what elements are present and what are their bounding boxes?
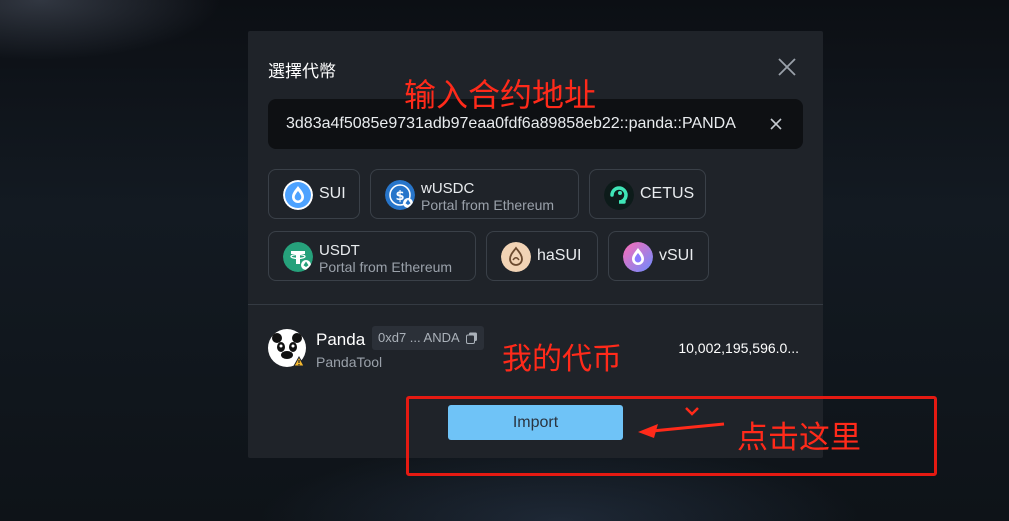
token-chip-subtitle: Portal from Ethereum (421, 197, 555, 213)
annotation-my-token: 我的代币 (502, 342, 622, 377)
panda-avatar-icon (268, 329, 306, 367)
modal-title: 選擇代幣 (268, 62, 336, 81)
close-icon[interactable] (776, 56, 798, 78)
usdc-logo-icon: $ (385, 180, 415, 210)
usdt-logo-icon (283, 242, 313, 272)
annotation-input-contract-address: 输入合约地址 (404, 76, 597, 114)
token-chip-label: vSUI (659, 247, 694, 264)
copy-icon[interactable] (465, 332, 478, 344)
token-address-badge[interactable]: 0xd7 ... ANDA (372, 326, 484, 350)
sui-logo-icon (283, 180, 313, 210)
token-chip-wusdc[interactable]: $ wUSDC Portal from Ethereum (370, 169, 579, 219)
token-name: Panda (316, 330, 366, 349)
token-chip-label: SUI (319, 185, 346, 202)
token-address: 0xd7 ... ANDA (378, 330, 460, 345)
token-chip-hasui[interactable]: haSUI (486, 231, 598, 281)
vsui-logo-icon (623, 242, 653, 272)
token-balance: 10,002,195,596.0... (678, 340, 799, 356)
hasui-logo-icon (501, 242, 531, 272)
token-chip-subtitle: Portal from Ethereum (319, 259, 453, 275)
token-source: PandaTool (316, 354, 383, 370)
cetus-logo-icon (604, 180, 634, 210)
token-chip-usdt[interactable]: USDT Portal from Ethereum (268, 231, 476, 281)
token-chip-label: wUSDC (421, 180, 475, 197)
section-divider (248, 304, 823, 305)
token-chip-sui[interactable]: SUI (268, 169, 360, 219)
token-chip-cetus[interactable]: CETUS (589, 169, 706, 219)
clear-input-icon[interactable] (768, 116, 784, 132)
token-chip-vsui[interactable]: vSUI (608, 231, 709, 281)
token-chip-label: haSUI (537, 247, 582, 264)
token-chip-label: USDT (319, 242, 360, 259)
annotation-arrow-icon (638, 407, 725, 438)
token-chip-label: CETUS (640, 185, 695, 202)
